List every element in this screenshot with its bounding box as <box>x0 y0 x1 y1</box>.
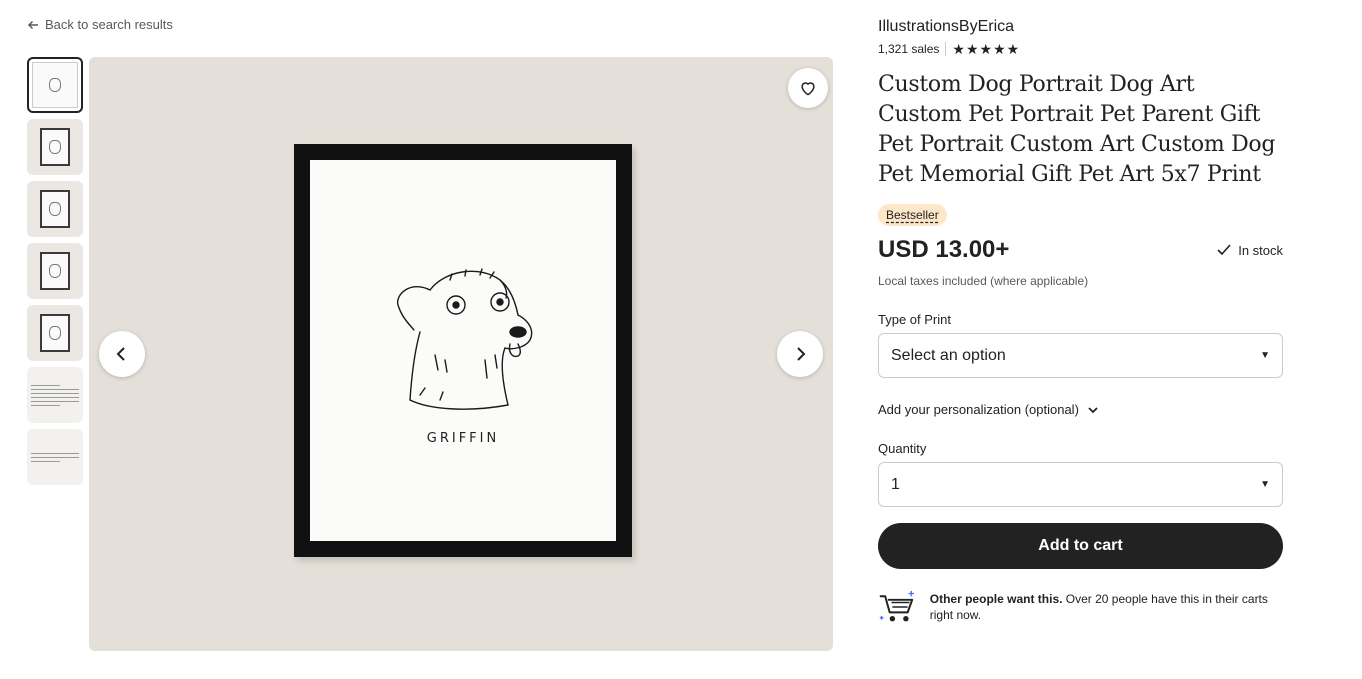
quantity-value: 1 <box>891 475 900 493</box>
picture-frame: GRIFFIN <box>294 144 632 557</box>
star-icon: ★ <box>965 41 979 57</box>
stock-status: In stock <box>1216 242 1283 258</box>
thumbnail-1[interactable] <box>27 57 83 113</box>
check-icon <box>1217 244 1231 256</box>
chevron-right-icon <box>797 347 806 361</box>
stock-label: In stock <box>1238 242 1283 258</box>
chevron-down-icon <box>1088 406 1098 413</box>
arrow-left-icon <box>27 20 38 29</box>
listing-title: Custom Dog Portrait Dog Art Custom Pet P… <box>878 72 1276 187</box>
pet-name-text: GRIFFIN <box>426 431 500 446</box>
heart-icon <box>801 82 815 96</box>
print-type-value: Select an option <box>891 346 1006 364</box>
personalization-toggle[interactable]: Add your personalization (optional) <box>878 402 1283 417</box>
sales-count: 1,321 sales <box>878 42 940 56</box>
star-icon: ★ <box>979 41 993 57</box>
star-icon: ★ <box>952 41 965 57</box>
thumbnail-strip <box>27 57 83 491</box>
thumbnail-2[interactable] <box>27 119 83 175</box>
demand-text: Other people want this. Over 20 people h… <box>929 592 1268 622</box>
sales-rating-row: 1,321 sales ★ ★ ★ ★ ★ <box>878 42 1283 56</box>
print-type-select[interactable]: Select an option ▼ <box>878 333 1283 378</box>
main-product-image: GRIFFIN <box>89 57 833 651</box>
caret-down-icon: ▼ <box>1260 350 1270 361</box>
rating-stars[interactable]: ★ ★ ★ ★ ★ <box>952 42 1019 56</box>
back-to-search-link[interactable]: Back to search results <box>27 17 173 32</box>
star-icon: ★ <box>993 41 1006 57</box>
caret-down-icon: ▼ <box>1260 479 1270 490</box>
shop-name-link[interactable]: IllustrationsByErica <box>878 18 1283 36</box>
listing-panel: IllustrationsByErica 1,321 sales ★ ★ ★ ★… <box>878 18 1283 627</box>
thumbnail-4[interactable] <box>27 243 83 299</box>
add-to-cart-button[interactable]: Add to cart <box>878 523 1283 569</box>
next-image-button[interactable] <box>777 331 823 377</box>
dog-illustration <box>396 268 533 410</box>
demand-notice: Other people want this. Over 20 people h… <box>878 587 1283 627</box>
price: USD 13.00+ <box>878 236 1010 263</box>
thumbnail-7[interactable] <box>27 429 83 485</box>
thumbnail-6[interactable] <box>27 367 83 423</box>
star-icon: ★ <box>1006 41 1020 57</box>
personalization-label: Add your personalization (optional) <box>878 402 1079 417</box>
cart-sparkle-icon <box>879 590 914 622</box>
back-link-label: Back to search results <box>45 17 173 32</box>
quantity-label: Quantity <box>878 441 927 456</box>
thumbnail-5[interactable] <box>27 305 83 361</box>
bestseller-badge[interactable]: Bestseller <box>878 204 947 226</box>
chevron-left-icon <box>116 347 125 361</box>
print-type-label: Type of Print <box>878 312 951 327</box>
quantity-select[interactable]: 1 ▼ <box>878 462 1283 507</box>
thumbnail-3[interactable] <box>27 181 83 237</box>
favorite-button[interactable] <box>788 68 828 108</box>
tax-note: Local taxes included (where applicable) <box>878 274 1089 288</box>
previous-image-button[interactable] <box>99 331 145 377</box>
